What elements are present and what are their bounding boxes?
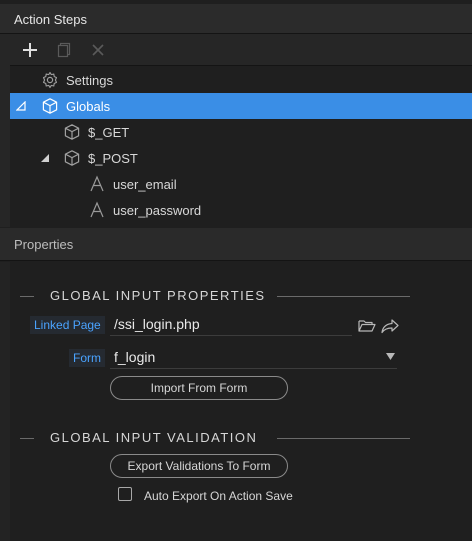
text-a-icon xyxy=(90,201,104,218)
button-label: Export Validations To Form xyxy=(127,459,271,473)
expanded-arrow-icon[interactable] xyxy=(40,153,50,163)
plus-icon xyxy=(23,43,37,57)
action-steps-title: Action Steps xyxy=(14,12,87,27)
properties-header: Properties xyxy=(0,228,472,261)
action-steps-toolbar xyxy=(10,34,472,66)
add-step-button[interactable] xyxy=(17,38,43,62)
copy-step-button[interactable] xyxy=(51,38,77,62)
form-select[interactable]: f_login xyxy=(110,347,397,369)
tree-item-settings[interactable]: Settings xyxy=(10,67,472,93)
tree-item-post[interactable]: $_POST xyxy=(10,145,472,171)
auto-export-checkbox[interactable] xyxy=(118,487,132,501)
form-select-value: f_login xyxy=(114,349,156,365)
tree-item-user-password[interactable]: user_password xyxy=(10,197,472,223)
tree-item-get[interactable]: $_GET xyxy=(10,119,472,145)
button-label: Import From Form xyxy=(150,381,248,395)
tree-item-label: Settings xyxy=(66,73,113,88)
divider xyxy=(277,438,410,439)
folder-open-icon[interactable] xyxy=(358,318,376,334)
global-input-validation-heading: GLOBAL INPUT VALIDATION xyxy=(20,430,410,446)
cube-icon xyxy=(64,150,80,166)
section-heading-text: GLOBAL INPUT PROPERTIES xyxy=(50,288,266,303)
tree-item-label: $_GET xyxy=(88,125,130,140)
copy-icon xyxy=(57,42,71,58)
properties-panel: GLOBAL INPUT PROPERTIES Linked Page /ssi… xyxy=(10,262,472,541)
export-validations-button[interactable]: Export Validations To Form xyxy=(110,454,288,478)
left-gutter xyxy=(0,34,10,227)
action-steps-tree: Settings Globals $_GET $_POST user_email xyxy=(10,67,472,227)
divider xyxy=(20,438,34,439)
linked-page-label: Linked Page xyxy=(30,316,105,334)
gear-icon xyxy=(42,71,58,89)
linked-page-field[interactable]: /ssi_login.php xyxy=(110,314,352,336)
expanded-arrow-icon[interactable] xyxy=(16,101,26,111)
import-from-form-button[interactable]: Import From Form xyxy=(110,376,288,400)
cube-icon xyxy=(42,98,58,114)
tree-item-label: user_email xyxy=(113,177,177,192)
form-label: Form xyxy=(69,349,105,367)
section-heading-text: GLOBAL INPUT VALIDATION xyxy=(50,430,258,445)
divider xyxy=(20,296,34,297)
properties-title: Properties xyxy=(14,237,74,252)
linked-page-value: /ssi_login.php xyxy=(114,316,200,332)
chevron-down-icon xyxy=(386,353,395,360)
tree-item-label: user_password xyxy=(113,203,202,218)
action-steps-header: Action Steps xyxy=(0,4,472,34)
auto-export-label: Auto Export On Action Save xyxy=(144,489,293,503)
tree-item-label: $_POST xyxy=(88,151,138,166)
left-gutter xyxy=(0,262,10,541)
divider xyxy=(277,296,410,297)
share-arrow-icon[interactable] xyxy=(381,318,399,334)
tree-item-label: Globals xyxy=(66,99,111,114)
text-a-icon xyxy=(90,175,104,192)
close-icon xyxy=(92,44,104,56)
tree-item-user-email[interactable]: user_email xyxy=(10,171,472,197)
tree-item-globals[interactable]: Globals xyxy=(10,93,472,119)
delete-step-button[interactable] xyxy=(85,38,111,62)
global-input-properties-heading: GLOBAL INPUT PROPERTIES xyxy=(20,288,410,304)
cube-icon xyxy=(64,124,80,140)
